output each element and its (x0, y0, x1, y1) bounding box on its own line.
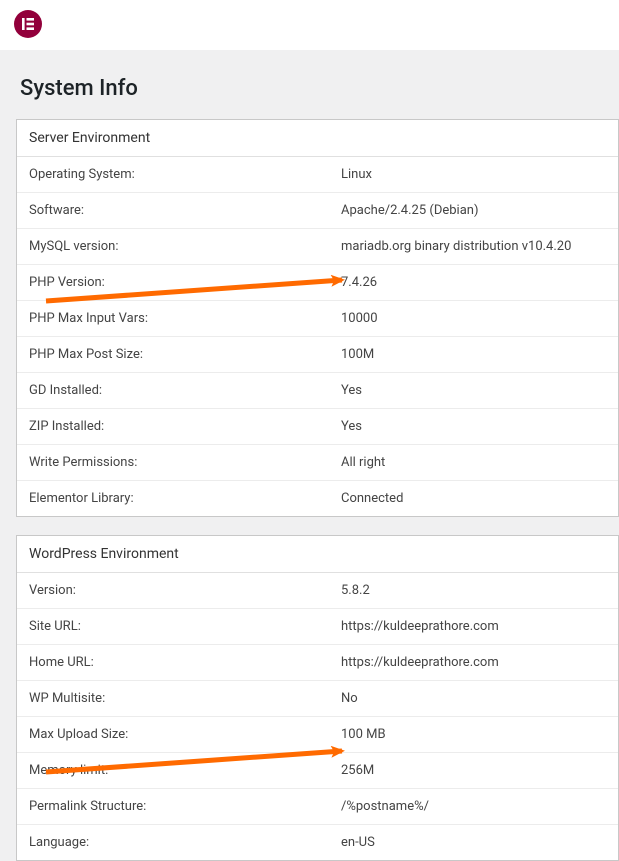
site-url-value: https://kuldeeprathore.com (337, 609, 618, 644)
server-env-heading: Server Environment (17, 120, 618, 157)
table-row: Write Permissions: All right (17, 445, 618, 481)
table-row: Site URL: https://kuldeeprathore.com (17, 609, 618, 645)
page-title: System Info (20, 76, 619, 101)
language-label: Language: (17, 825, 337, 860)
permalink-label: Permalink Structure: (17, 789, 337, 824)
table-row: Memory limit: 256M (17, 753, 618, 789)
language-value: en-US (337, 825, 618, 860)
table-row: ZIP Installed: Yes (17, 409, 618, 445)
write-perms-value: All right (337, 445, 618, 480)
software-value: Apache/2.4.25 (Debian) (337, 193, 618, 228)
max-upload-value: 100 MB (337, 717, 618, 752)
table-row: Permalink Structure: /%postname%/ (17, 789, 618, 825)
os-value: Linux (337, 157, 618, 192)
zip-label: ZIP Installed: (17, 409, 337, 444)
wp-env-heading: WordPress Environment (17, 536, 618, 573)
php-version-value: 7.4.26 (337, 265, 618, 300)
table-row: Language: en-US (17, 825, 618, 860)
site-url-label: Site URL: (17, 609, 337, 644)
server-environment-panel: Server Environment Operating System: Lin… (16, 119, 619, 517)
table-row: MySQL version: mariadb.org binary distri… (17, 229, 618, 265)
php-version-label: PHP Version: (17, 265, 337, 300)
table-row: Max Upload Size: 100 MB (17, 717, 618, 753)
write-perms-label: Write Permissions: (17, 445, 337, 480)
max-upload-label: Max Upload Size: (17, 717, 337, 752)
server-env-body: Operating System: Linux Software: Apache… (17, 157, 618, 516)
table-row: Home URL: https://kuldeeprathore.com (17, 645, 618, 681)
top-bar (0, 0, 619, 50)
table-row: PHP Max Input Vars: 10000 (17, 301, 618, 337)
library-label: Elementor Library: (17, 481, 337, 516)
home-url-value: https://kuldeeprathore.com (337, 645, 618, 680)
multisite-label: WP Multisite: (17, 681, 337, 716)
php-max-post-label: PHP Max Post Size: (17, 337, 337, 372)
table-row: Elementor Library: Connected (17, 481, 618, 516)
wp-version-label: Version: (17, 573, 337, 608)
php-max-input-value: 10000 (337, 301, 618, 336)
wordpress-environment-panel: WordPress Environment Version: 5.8.2 Sit… (16, 535, 619, 861)
memory-limit-label: Memory limit: (17, 753, 337, 788)
table-row: WP Multisite: No (17, 681, 618, 717)
library-value: Connected (337, 481, 618, 516)
memory-limit-value: 256M (337, 753, 618, 788)
table-row: Operating System: Linux (17, 157, 618, 193)
software-label: Software: (17, 193, 337, 228)
mysql-value: mariadb.org binary distribution v10.4.20 (337, 229, 618, 264)
php-max-post-value: 100M (337, 337, 618, 372)
wp-version-value: 5.8.2 (337, 573, 618, 608)
table-row: Version: 5.8.2 (17, 573, 618, 609)
gd-label: GD Installed: (17, 373, 337, 408)
wp-env-body: Version: 5.8.2 Site URL: https://kuldeep… (17, 573, 618, 860)
mysql-label: MySQL version: (17, 229, 337, 264)
os-label: Operating System: (17, 157, 337, 192)
table-row: PHP Max Post Size: 100M (17, 337, 618, 373)
zip-value: Yes (337, 409, 618, 444)
table-row: GD Installed: Yes (17, 373, 618, 409)
table-row: PHP Version: 7.4.26 (17, 265, 618, 301)
elementor-logo-icon[interactable] (14, 10, 42, 38)
main-content: System Info Server Environment Operating… (0, 50, 619, 861)
table-row: Software: Apache/2.4.25 (Debian) (17, 193, 618, 229)
multisite-value: No (337, 681, 618, 716)
permalink-value: /%postname%/ (337, 789, 618, 824)
gd-value: Yes (337, 373, 618, 408)
php-max-input-label: PHP Max Input Vars: (17, 301, 337, 336)
home-url-label: Home URL: (17, 645, 337, 680)
